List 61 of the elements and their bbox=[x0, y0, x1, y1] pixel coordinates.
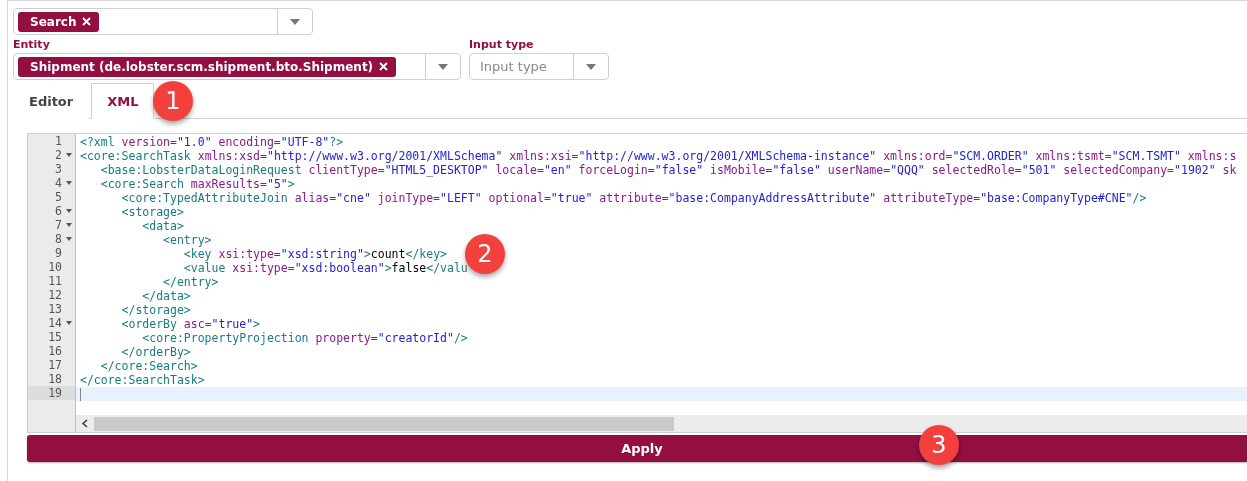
text-cursor bbox=[80, 387, 81, 401]
code-line: <entry> bbox=[162, 233, 212, 247]
line-number: 16 bbox=[48, 344, 62, 358]
fold-icon[interactable] bbox=[66, 223, 72, 227]
code-editor[interactable] bbox=[27, 133, 1247, 433]
fold-icon[interactable] bbox=[66, 321, 72, 325]
horizontal-scrollbar[interactable] bbox=[76, 415, 1247, 432]
line-number: 14 bbox=[48, 316, 62, 330]
code-line: <data> bbox=[141, 219, 184, 233]
caret-icon[interactable] bbox=[290, 18, 300, 25]
line-number: 10 bbox=[48, 260, 62, 274]
task-select[interactable]: Search bbox=[13, 8, 313, 35]
fold-icon[interactable] bbox=[66, 209, 72, 213]
line-number: 12 bbox=[48, 288, 62, 302]
caret-icon[interactable] bbox=[586, 63, 596, 70]
entity-select[interactable]: Shipment (de.lobster.scm.shipment.bto.Shipment) bbox=[13, 53, 461, 80]
line-number: 7 bbox=[55, 218, 62, 232]
line-number: 9 bbox=[55, 246, 62, 260]
code-line: <value xsi:type="xsd:boolean">false</valu bbox=[182, 261, 468, 275]
code-line: <core:TypedAttributeJoin alias="cne" joinType="LEFT" optional="true" attribute="base:CompanyAddressAttribute" attributeType="base:CompanyType#CNE"/> bbox=[120, 191, 1147, 205]
code-line: </data> bbox=[141, 289, 191, 303]
code-line: <orderBy asc="true"> bbox=[120, 317, 261, 331]
remove-icon[interactable] bbox=[82, 17, 92, 26]
fold-icon[interactable] bbox=[66, 237, 72, 241]
tag-chip: Shipment (de.lobster.scm.shipment.bto.Shipment) bbox=[18, 56, 397, 77]
scroll-left-icon[interactable] bbox=[82, 419, 88, 428]
field-label: Input type bbox=[469, 38, 535, 51]
line-number: 5 bbox=[55, 190, 62, 204]
line-number: 1 bbox=[55, 134, 62, 148]
code-line: <core:SearchTask xmlns:xsd="http://www.w3.org/2001/XMLSchema" xmlns:xsi="http://www.w3.org/2001/XMLSchema-instance" xmlns:ord="SCM.ORDER" xmlns:tsmt="SCM.TSMT" xmlns:s bbox=[80, 149, 1237, 163]
code-line: </entry> bbox=[162, 275, 219, 289]
code-line: <base:LobsterDataLoginRequest clientType="HTML5_DESKTOP" locale="en" forceLogin="false" isMobile="false" userName="QQQ" selectedRole="501" selectedCompany="1902" sk bbox=[99, 163, 1237, 177]
fold-icon[interactable] bbox=[66, 181, 72, 185]
code-line: </core:Search> bbox=[99, 359, 198, 373]
remove-icon[interactable] bbox=[379, 62, 389, 71]
caret-icon[interactable] bbox=[438, 63, 448, 70]
line-number: 15 bbox=[48, 330, 62, 344]
code-line: <?xml version="1.0" encoding="UTF-8"?> bbox=[80, 135, 344, 149]
step-badge: 1 bbox=[153, 81, 193, 121]
line-number: 11 bbox=[48, 274, 62, 288]
line-number: 6 bbox=[55, 204, 62, 218]
code-line: </storage> bbox=[120, 303, 191, 317]
tag-chip: Search bbox=[18, 11, 100, 32]
line-number: 19 bbox=[48, 386, 62, 400]
line-number: 2 bbox=[55, 148, 62, 162]
line-number: 17 bbox=[48, 358, 62, 372]
line-number: 13 bbox=[48, 302, 62, 316]
line-number: 8 bbox=[55, 232, 62, 246]
line-number: 4 bbox=[55, 176, 62, 190]
code-line: <core:Search maxResults="5"> bbox=[99, 177, 295, 191]
code-line: <core:PropertyProjection property="creatorId"/> bbox=[141, 331, 468, 345]
field-label: Entity bbox=[13, 38, 51, 51]
input-type-select[interactable]: Input type bbox=[469, 53, 609, 80]
fold-icon[interactable] bbox=[66, 153, 72, 157]
line-number: 3 bbox=[55, 162, 62, 176]
code-line: </core:SearchTask> bbox=[80, 373, 205, 387]
tab[interactable]: XML bbox=[91, 83, 155, 119]
line-number: 18 bbox=[48, 372, 62, 386]
code-line: <storage> bbox=[120, 205, 184, 219]
code-line: <key xsi:type="xsd:string">count</key> bbox=[182, 247, 447, 261]
code-line: </orderBy> bbox=[120, 345, 191, 359]
